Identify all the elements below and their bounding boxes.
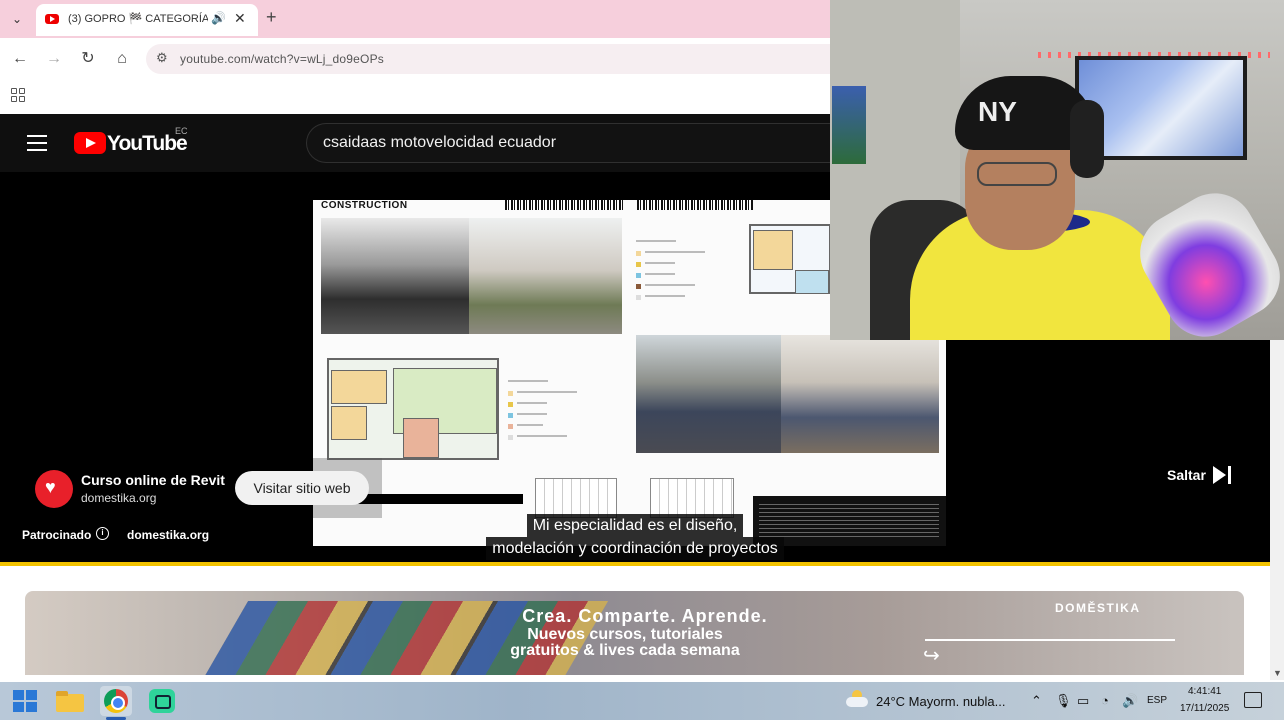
- tab-search-button[interactable]: ⌄: [6, 9, 28, 29]
- visit-site-button[interactable]: Visitar sitio web: [235, 471, 369, 505]
- browser-toolbar: ← → ↻ ⌂ ⚙ youtube.com/watch?v=wLj_do9eOP…: [0, 38, 830, 80]
- forward-arrow-icon[interactable]: →: [43, 48, 65, 70]
- menu-hamburger-icon[interactable]: [27, 135, 47, 151]
- windows-start-icon[interactable]: [8, 686, 40, 716]
- domestika-banner[interactable]: Crea. Comparte. Aprende. Nuevos cursos, …: [25, 591, 1244, 675]
- person-glasses: [977, 162, 1057, 186]
- floor-plan-upper: [749, 224, 831, 294]
- battery-tray-icon[interactable]: ▭: [1077, 693, 1089, 709]
- file-explorer-icon[interactable]: [54, 686, 86, 716]
- barcode-image: [637, 200, 753, 210]
- captions: Mi especialidad es el diseño, modelación…: [462, 514, 808, 560]
- house-photo-new: [469, 218, 622, 334]
- info-icon[interactable]: i: [96, 527, 109, 540]
- input-language[interactable]: ESP: [1147, 695, 1167, 706]
- banner-divider: [925, 639, 1175, 641]
- headphones: [1070, 100, 1104, 178]
- back-arrow-icon[interactable]: ←: [9, 48, 31, 70]
- banner-headline: Crea. Comparte. Aprende.: [522, 606, 768, 626]
- plan-legend: [508, 372, 620, 440]
- clock-time[interactable]: 4:41:41: [1188, 686, 1221, 697]
- address-bar[interactable]: ⚙ youtube.com/watch?v=wLj_do9eOPs: [146, 44, 830, 74]
- banner-subline-2: gratuitos & lives cada semana: [510, 642, 740, 659]
- ad-domain[interactable]: domestika.org: [81, 491, 156, 505]
- caption-line-2: modelación y coordinación de proyectos: [486, 537, 784, 560]
- floor-plan-ground: [327, 358, 499, 460]
- chrome-icon[interactable]: [100, 686, 132, 716]
- apps-grid-icon[interactable]: [11, 88, 25, 102]
- microphone-tray-icon[interactable]: 🎙: [1055, 693, 1072, 709]
- elevation-drawing: [535, 478, 617, 518]
- youtube-logo-icon[interactable]: [74, 132, 106, 154]
- tab-title: (3) GOPRO 🏁 CATEGORÍA 1: [68, 13, 208, 25]
- skip-ad-label[interactable]: Saltar: [1167, 467, 1206, 483]
- house-photo-front: [636, 335, 781, 453]
- wall-picture: [832, 86, 866, 164]
- skip-next-icon[interactable]: [1213, 466, 1233, 484]
- barcode-image: [505, 200, 623, 210]
- tab-strip: ⌄ (3) GOPRO 🏁 CATEGORÍA 1 🔊 ✕ +: [0, 0, 830, 38]
- house-photo-side: [781, 335, 939, 453]
- house-photo-old: [321, 218, 469, 334]
- bookmarks-bar: [0, 80, 830, 114]
- home-icon[interactable]: ⌂: [111, 48, 133, 70]
- reload-icon[interactable]: ↻: [77, 48, 99, 70]
- plan-legend-upper: [636, 232, 736, 300]
- new-tab-button[interactable]: +: [266, 7, 277, 28]
- ad-title[interactable]: Curso online de Revit: [81, 472, 225, 488]
- elevation-drawing: [650, 478, 734, 518]
- youtube-header: YouTube EC csaidaas motovelocidad ecuado…: [0, 114, 830, 172]
- sponsored-label: Patrocinado: [22, 528, 92, 542]
- youtube-favicon-icon: [45, 14, 59, 24]
- search-query[interactable]: csaidaas motovelocidad ecuador: [323, 134, 556, 152]
- advertiser-avatar[interactable]: [35, 470, 73, 508]
- page-scrollbar[interactable]: [1270, 340, 1284, 680]
- cap-logo: NY: [978, 96, 1017, 127]
- url-text[interactable]: youtube.com/watch?v=wLj_do9eOPs: [180, 52, 384, 66]
- tab-close-icon[interactable]: ✕: [234, 10, 246, 27]
- sheet-title: CONSTRUCTION: [321, 200, 408, 211]
- wifi-icon[interactable]: ◔: [1101, 693, 1109, 708]
- ad-domain-footer[interactable]: domestika.org: [127, 528, 209, 542]
- search-input[interactable]: csaidaas motovelocidad ecuador: [306, 123, 830, 163]
- speaker-icon[interactable]: 🔊: [211, 11, 226, 25]
- country-code: EC: [175, 126, 188, 136]
- domestika-logo: DOMĚSTIKA: [1055, 601, 1141, 615]
- tab-youtube[interactable]: (3) GOPRO 🏁 CATEGORÍA 1 🔊 ✕: [36, 4, 258, 36]
- webcam-overlay: NY: [830, 0, 1284, 340]
- tray-chevron-icon[interactable]: ⌃: [1031, 693, 1042, 709]
- site-info-icon[interactable]: ⚙: [156, 50, 168, 66]
- notification-icon[interactable]: [1244, 692, 1262, 708]
- banner-subline: Nuevos cursos, tutoriales gratuitos & li…: [425, 627, 825, 659]
- banner-subline-1: Nuevos cursos, tutoriales: [527, 626, 723, 643]
- curved-arrow-icon: ↪: [923, 645, 940, 667]
- caption-line-1: Mi especialidad es el diseño,: [526, 514, 744, 537]
- windows-taskbar: [0, 682, 1284, 720]
- volume-icon[interactable]: 🔊: [1122, 693, 1138, 709]
- clock-date[interactable]: 17/11/2025: [1180, 703, 1229, 714]
- scroll-down-icon[interactable]: ▼: [1273, 668, 1282, 678]
- weather-text[interactable]: 24°C Mayorm. nubla...: [876, 694, 1005, 709]
- weather-cloud-icon[interactable]: [846, 690, 868, 708]
- app-icon[interactable]: [146, 686, 178, 716]
